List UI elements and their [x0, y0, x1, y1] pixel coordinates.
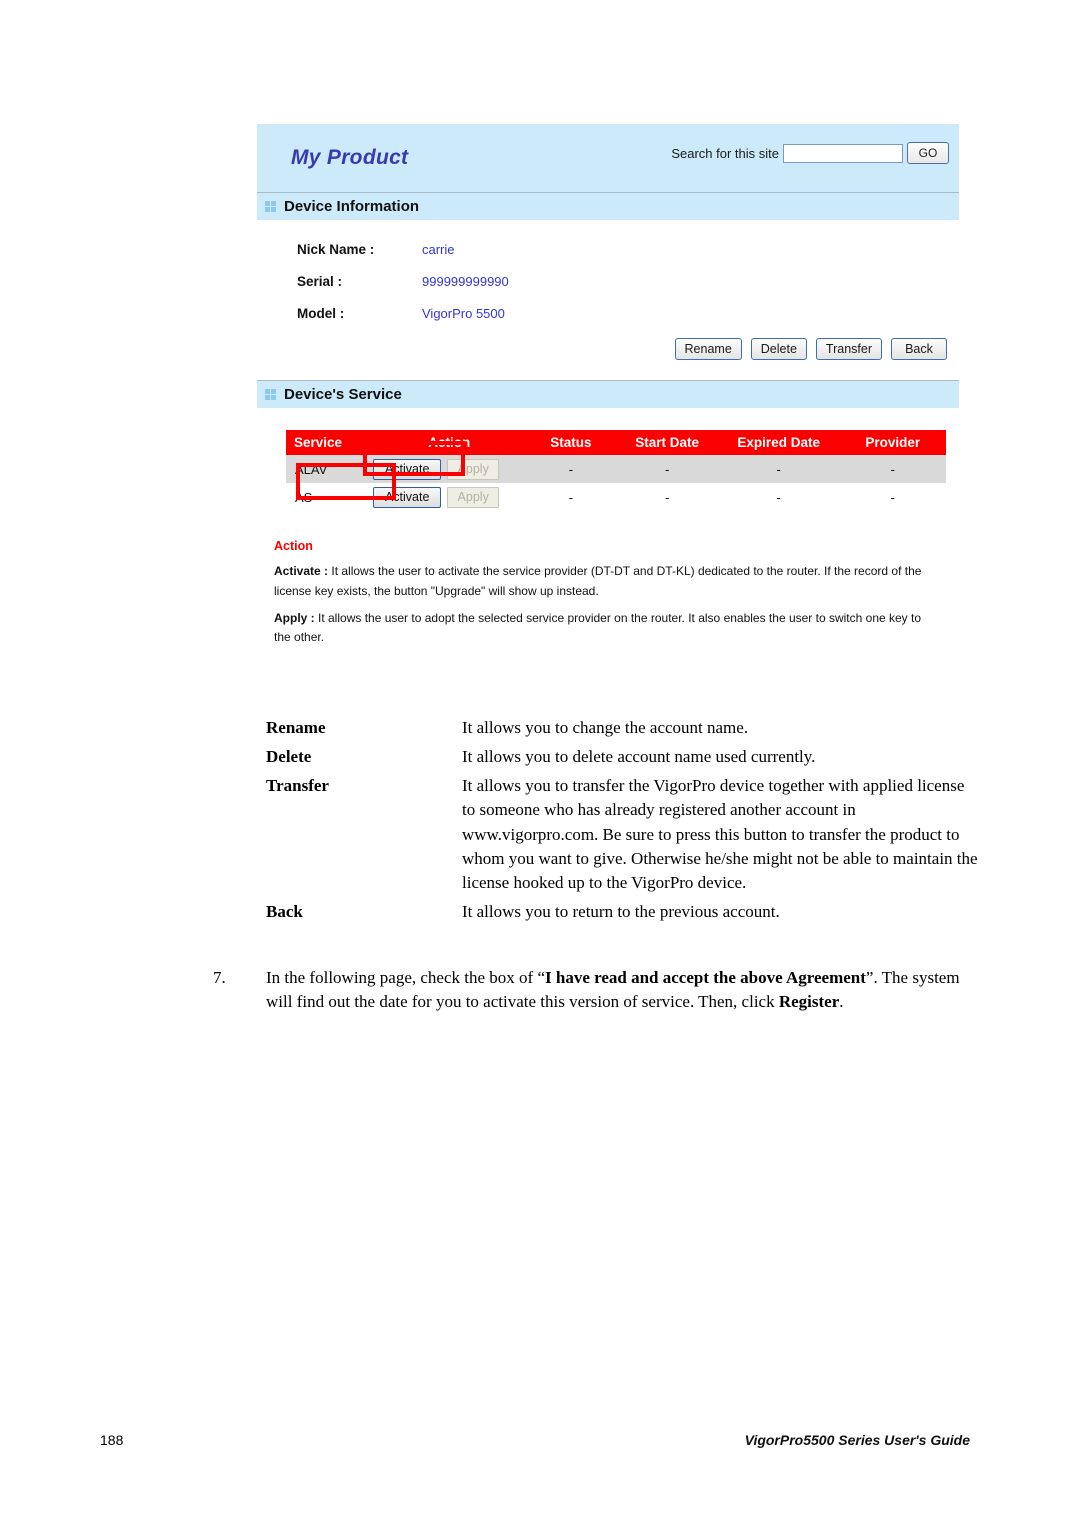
column-header-start-date: Start Date — [616, 430, 718, 455]
app-banner: My Product Search for this site GO — [257, 124, 959, 192]
step-part-3: . — [839, 992, 844, 1012]
column-header-service: Service — [286, 430, 374, 455]
step-text: In the following page, check the box of … — [266, 966, 973, 1014]
activate-button[interactable]: Activate — [373, 458, 442, 480]
step-part-1: In the following page, check the box of … — [266, 968, 545, 987]
serial-value: 999999999990 — [422, 274, 509, 289]
definition-description: It allows you to return to the previous … — [462, 901, 780, 921]
page-footer: 188 VigorPro5500 Series User's Guide — [0, 1432, 1080, 1454]
grid-squares-icon — [265, 389, 276, 400]
search-label: Search for this site — [671, 145, 779, 161]
transfer-button[interactable]: Transfer — [815, 338, 882, 360]
grid-squares-icon — [265, 201, 276, 212]
legend-apply: Apply : It allows the user to adopt the … — [274, 609, 941, 649]
cell-expired-date: - — [717, 483, 840, 511]
step-number: 7. — [213, 968, 226, 987]
info-row-serial: Serial : 999999999990 — [297, 274, 959, 289]
cell-status: - — [525, 455, 617, 483]
model-label: Model : — [297, 306, 345, 321]
legend-activate-term: Activate : — [274, 564, 329, 578]
info-row-nickname: Nick Name : carrie — [297, 242, 959, 257]
serial-label: Serial : — [297, 274, 343, 289]
section-title: Device's Service — [284, 386, 402, 403]
service-table: Service Action Status Start Date Expired… — [286, 430, 946, 511]
go-button[interactable]: GO — [907, 142, 949, 164]
back-button[interactable]: Back — [891, 338, 947, 360]
cell-service: ALAV — [286, 455, 374, 483]
section-header-devices-service: Device's Service — [257, 380, 959, 408]
definition-delete: Delete It allows you to delete account n… — [266, 745, 978, 769]
legend-title: Action — [274, 539, 313, 553]
search-input[interactable] — [783, 143, 903, 163]
legend-activate-desc: It allows the user to activate the servi… — [274, 564, 922, 598]
app-logo: My Product — [291, 146, 409, 169]
step-bold-1: I have read and accept the above Agreeme… — [545, 968, 866, 987]
legend-apply-desc: It allows the user to adopt the selected… — [274, 610, 922, 645]
definition-term: Delete — [266, 747, 312, 767]
model-value: VigorPro 5500 — [422, 306, 505, 321]
guide-title: VigorPro5500 Series User's Guide — [744, 1432, 970, 1448]
cell-start-date: - — [616, 455, 718, 483]
definition-description: It allows you to delete account name use… — [462, 747, 816, 767]
rename-button[interactable]: Rename — [674, 338, 742, 360]
section-title: Device Information — [284, 198, 420, 215]
service-table-wrapper: Service Action Status Start Date Expired… — [257, 408, 959, 511]
definition-description: It allows you to change the account name… — [462, 718, 749, 737]
cell-provider: - — [839, 455, 946, 483]
definition-description: It allows you to transfer the VigorPro d… — [462, 776, 978, 892]
legend-activate: Activate : It allows the user to activat… — [274, 562, 941, 602]
definition-transfer: Transfer It allows you to transfer the V… — [266, 774, 978, 895]
cell-action: Activate Apply — [373, 455, 526, 483]
device-action-buttons: Rename Delete Transfer Back — [257, 338, 947, 360]
definition-back: Back It allows you to return to the prev… — [266, 900, 978, 924]
definition-list: Rename It allows you to change the accou… — [266, 716, 978, 929]
page-number: 188 — [100, 1432, 124, 1448]
numbered-step-7: 7. In the following page, check the box … — [213, 966, 973, 1014]
definition-term: Transfer — [266, 776, 329, 796]
table-row: AS Activate Apply - - - - — [286, 483, 946, 511]
definition-term: Back — [266, 901, 303, 921]
legend-apply-term: Apply : — [274, 610, 315, 625]
definition-term: Rename — [266, 718, 326, 737]
column-header-status: Status — [525, 430, 617, 455]
cell-start-date: - — [616, 483, 718, 511]
cell-expired-date: - — [717, 455, 840, 483]
cell-action: Activate Apply — [373, 483, 526, 511]
cell-provider: - — [839, 483, 946, 511]
column-header-expired-date: Expired Date — [717, 430, 840, 455]
definition-rename: Rename It allows you to change the accou… — [266, 716, 978, 740]
action-legend: Action Activate : It allows the user to … — [257, 511, 959, 672]
info-row-model: Model : VigorPro 5500 — [297, 306, 959, 321]
column-header-action: Action — [373, 430, 526, 455]
device-information-body: Nick Name : carrie Serial : 999999999990… — [257, 220, 959, 380]
column-header-provider: Provider — [839, 430, 946, 455]
apply-button: Apply — [447, 486, 500, 508]
nickname-value: carrie — [422, 242, 455, 257]
section-header-device-information: Device Information — [257, 192, 959, 220]
activate-button[interactable]: Activate — [373, 486, 442, 508]
apply-button: Apply — [447, 458, 500, 480]
site-search: Search for this site GO — [671, 142, 949, 164]
nickname-label: Nick Name : — [297, 242, 375, 257]
delete-button[interactable]: Delete — [750, 338, 807, 360]
cell-service: AS — [286, 483, 374, 511]
table-row: ALAV Activate Apply - - - - — [286, 455, 946, 483]
embedded-screenshot: My Product Search for this site GO Devic… — [257, 124, 959, 672]
cell-status: - — [525, 483, 617, 511]
table-header-row: Service Action Status Start Date Expired… — [286, 430, 946, 455]
step-bold-2: Register — [778, 992, 840, 1012]
